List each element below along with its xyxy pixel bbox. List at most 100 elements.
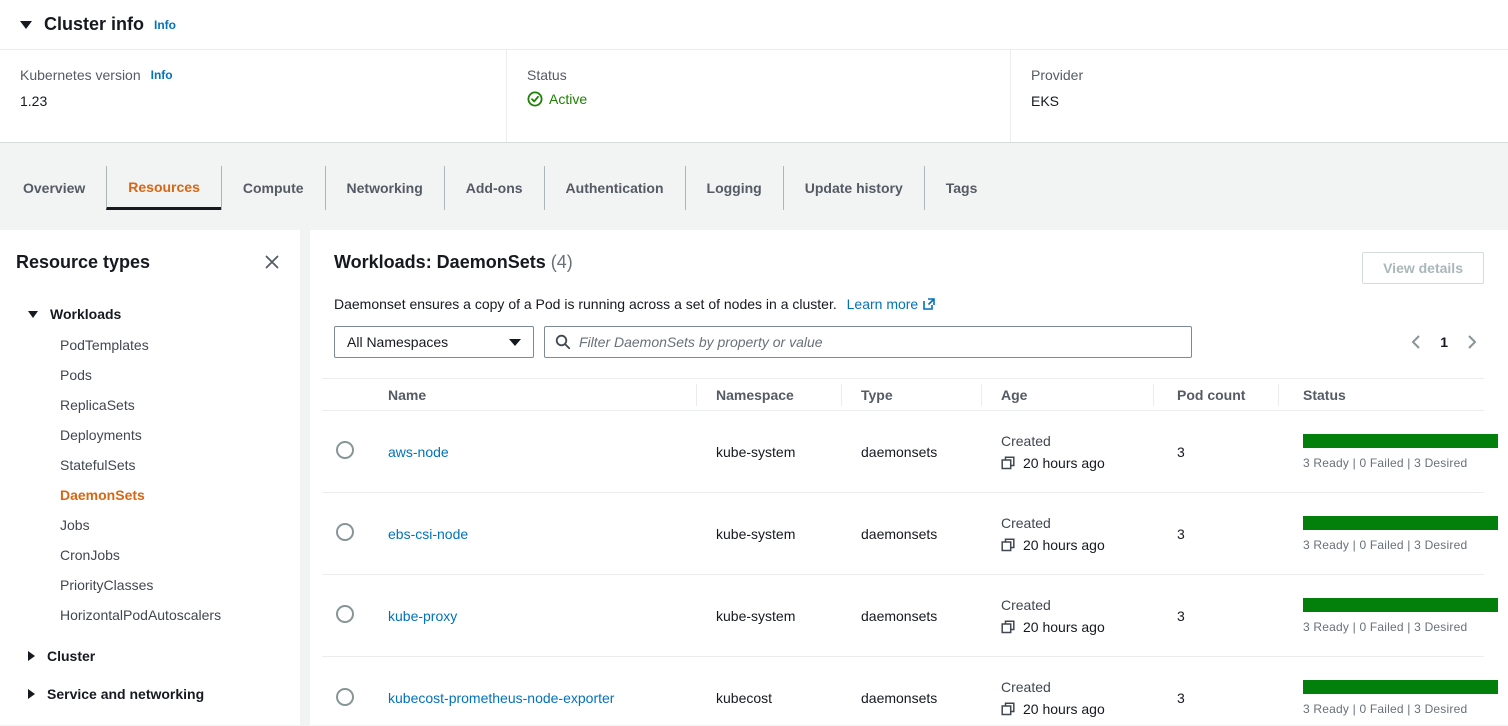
row-select-radio[interactable] bbox=[336, 605, 354, 623]
provider-value: EKS bbox=[1031, 93, 1488, 109]
cluster-info-card: Cluster info Info Kubernetes version Inf… bbox=[0, 0, 1508, 143]
tabs: OverviewResourcesComputeNetworkingAdd-on… bbox=[2, 166, 1508, 210]
collapsed-caret-icon bbox=[28, 651, 35, 661]
tree-group-cluster[interactable]: Cluster bbox=[16, 644, 284, 668]
page-number[interactable]: 1 bbox=[1440, 334, 1448, 350]
sidebar-item-jobs[interactable]: Jobs bbox=[16, 510, 284, 540]
row-select-radio[interactable] bbox=[336, 523, 354, 541]
tab-tags[interactable]: Tags bbox=[924, 166, 999, 210]
status-caption: 3 Ready | 0 Failed | 3 Desired bbox=[1303, 620, 1498, 634]
age-cell: Created 20 hours ago bbox=[981, 515, 1153, 553]
daemonset-name-link[interactable]: kubecost-prometheus-node-exporter bbox=[388, 690, 614, 706]
tree-group-label: Workloads bbox=[50, 306, 121, 322]
sidebar-item-deployments[interactable]: Deployments bbox=[16, 420, 284, 450]
daemonsets-table: Name Namespace Type Age Pod count Status… bbox=[322, 378, 1484, 726]
expanded-caret-icon bbox=[28, 311, 38, 318]
daemonset-name-link[interactable]: kube-proxy bbox=[388, 608, 457, 624]
column-header-namespace[interactable]: Namespace bbox=[696, 379, 841, 410]
sidebar-item-statefulsets[interactable]: StatefulSets bbox=[16, 450, 284, 480]
copy-icon[interactable] bbox=[1001, 538, 1015, 552]
age-cell: Created 20 hours ago bbox=[981, 679, 1153, 717]
view-details-button[interactable]: View details bbox=[1362, 252, 1484, 284]
type-cell: daemonsets bbox=[841, 526, 981, 542]
status-caption: 3 Ready | 0 Failed | 3 Desired bbox=[1303, 538, 1498, 552]
tree-group-workloads[interactable]: Workloads bbox=[16, 302, 284, 326]
content-area: Resource types Workloads PodTemplatesPod… bbox=[0, 230, 1508, 725]
search-box[interactable] bbox=[544, 326, 1192, 358]
sidebar-item-replicasets[interactable]: ReplicaSets bbox=[16, 390, 284, 420]
namespace-filter-select[interactable]: All Namespaces bbox=[334, 326, 534, 358]
tab-resources[interactable]: Resources bbox=[106, 166, 221, 210]
learn-more-link[interactable]: Learn more bbox=[847, 296, 936, 312]
resource-types-sidebar: Resource types Workloads PodTemplatesPod… bbox=[0, 230, 300, 725]
cluster-info-info-link[interactable]: Info bbox=[154, 18, 176, 32]
tab-networking[interactable]: Networking bbox=[325, 166, 444, 210]
status-bar bbox=[1303, 434, 1498, 448]
status-field: Status Active bbox=[506, 50, 1010, 142]
copy-icon[interactable] bbox=[1001, 620, 1015, 634]
tree-group-service-and-networking[interactable]: Service and networking bbox=[16, 682, 284, 706]
provider-label: Provider bbox=[1031, 67, 1488, 83]
pod-count-cell: 3 bbox=[1153, 444, 1278, 460]
pod-count-cell: 3 bbox=[1153, 608, 1278, 624]
kubernetes-version-field: Kubernetes version Info 1.23 bbox=[0, 50, 506, 142]
status-bar bbox=[1303, 598, 1498, 612]
copy-icon[interactable] bbox=[1001, 702, 1015, 716]
kubernetes-version-info-link[interactable]: Info bbox=[151, 68, 173, 82]
column-header-name[interactable]: Name bbox=[368, 379, 696, 410]
sidebar-item-priorityclasses[interactable]: PriorityClasses bbox=[16, 570, 284, 600]
namespace-filter-value: All Namespaces bbox=[347, 334, 448, 350]
collapse-caret-icon[interactable] bbox=[20, 21, 32, 29]
namespace-cell: kubecost bbox=[696, 690, 841, 706]
chevron-right-icon[interactable] bbox=[1466, 334, 1478, 350]
sidebar-item-cronjobs[interactable]: CronJobs bbox=[16, 540, 284, 570]
kubernetes-version-value: 1.23 bbox=[20, 93, 486, 109]
sidebar-item-pods[interactable]: Pods bbox=[16, 360, 284, 390]
age-value: 20 hours ago bbox=[1023, 537, 1105, 553]
namespace-cell: kube-system bbox=[696, 526, 841, 542]
pod-count-cell: 3 bbox=[1153, 526, 1278, 542]
sidebar-item-podtemplates[interactable]: PodTemplates bbox=[16, 330, 284, 360]
cluster-info-body: Kubernetes version Info 1.23 Status Acti… bbox=[0, 50, 1508, 142]
kubernetes-version-label: Kubernetes version bbox=[20, 67, 141, 83]
status-label: Status bbox=[527, 67, 990, 83]
age-value: 20 hours ago bbox=[1023, 455, 1105, 471]
age-cell: Created 20 hours ago bbox=[981, 597, 1153, 635]
status-cell: 3 Ready | 0 Failed | 3 Desired bbox=[1278, 434, 1508, 470]
tab-logging[interactable]: Logging bbox=[685, 166, 783, 210]
row-select-radio[interactable] bbox=[336, 441, 354, 459]
column-header-status[interactable]: Status bbox=[1278, 379, 1484, 410]
tab-authentication[interactable]: Authentication bbox=[544, 166, 685, 210]
table-header: Name Namespace Type Age Pod count Status bbox=[322, 378, 1484, 411]
daemonsets-count: (4) bbox=[551, 252, 573, 272]
status-cell: 3 Ready | 0 Failed | 3 Desired bbox=[1278, 680, 1508, 716]
resource-tree: Workloads PodTemplatesPodsReplicaSetsDep… bbox=[16, 302, 284, 706]
table-row: kube-proxy kube-system daemonsets Create… bbox=[322, 575, 1484, 657]
tab-overview[interactable]: Overview bbox=[2, 166, 106, 210]
status-active-icon bbox=[527, 91, 543, 107]
type-cell: daemonsets bbox=[841, 690, 981, 706]
pagination: 1 bbox=[1410, 334, 1484, 350]
age-value: 20 hours ago bbox=[1023, 701, 1105, 717]
cluster-info-header: Cluster info Info bbox=[0, 0, 1508, 50]
tab-add-ons[interactable]: Add-ons bbox=[444, 166, 544, 210]
collapsed-caret-icon bbox=[28, 689, 35, 699]
tab-update-history[interactable]: Update history bbox=[783, 166, 924, 210]
column-header-age[interactable]: Age bbox=[981, 379, 1153, 410]
column-header-type[interactable]: Type bbox=[841, 379, 981, 410]
status-bar bbox=[1303, 680, 1498, 694]
sidebar-item-horizontalpodautoscalers[interactable]: HorizontalPodAutoscalers bbox=[16, 600, 284, 630]
tab-compute[interactable]: Compute bbox=[221, 166, 325, 210]
page-title: Workloads: DaemonSets (4) bbox=[322, 252, 573, 273]
status-cell: 3 Ready | 0 Failed | 3 Desired bbox=[1278, 598, 1508, 634]
type-cell: daemonsets bbox=[841, 444, 981, 460]
chevron-left-icon[interactable] bbox=[1410, 334, 1422, 350]
row-select-radio[interactable] bbox=[336, 688, 354, 706]
copy-icon[interactable] bbox=[1001, 456, 1015, 470]
search-input[interactable] bbox=[579, 334, 1181, 350]
sidebar-item-daemonsets[interactable]: DaemonSets bbox=[16, 480, 284, 510]
daemonset-name-link[interactable]: aws-node bbox=[388, 444, 449, 460]
close-icon[interactable] bbox=[260, 250, 284, 274]
column-header-pod-count[interactable]: Pod count bbox=[1153, 379, 1278, 410]
daemonset-name-link[interactable]: ebs-csi-node bbox=[388, 526, 468, 542]
